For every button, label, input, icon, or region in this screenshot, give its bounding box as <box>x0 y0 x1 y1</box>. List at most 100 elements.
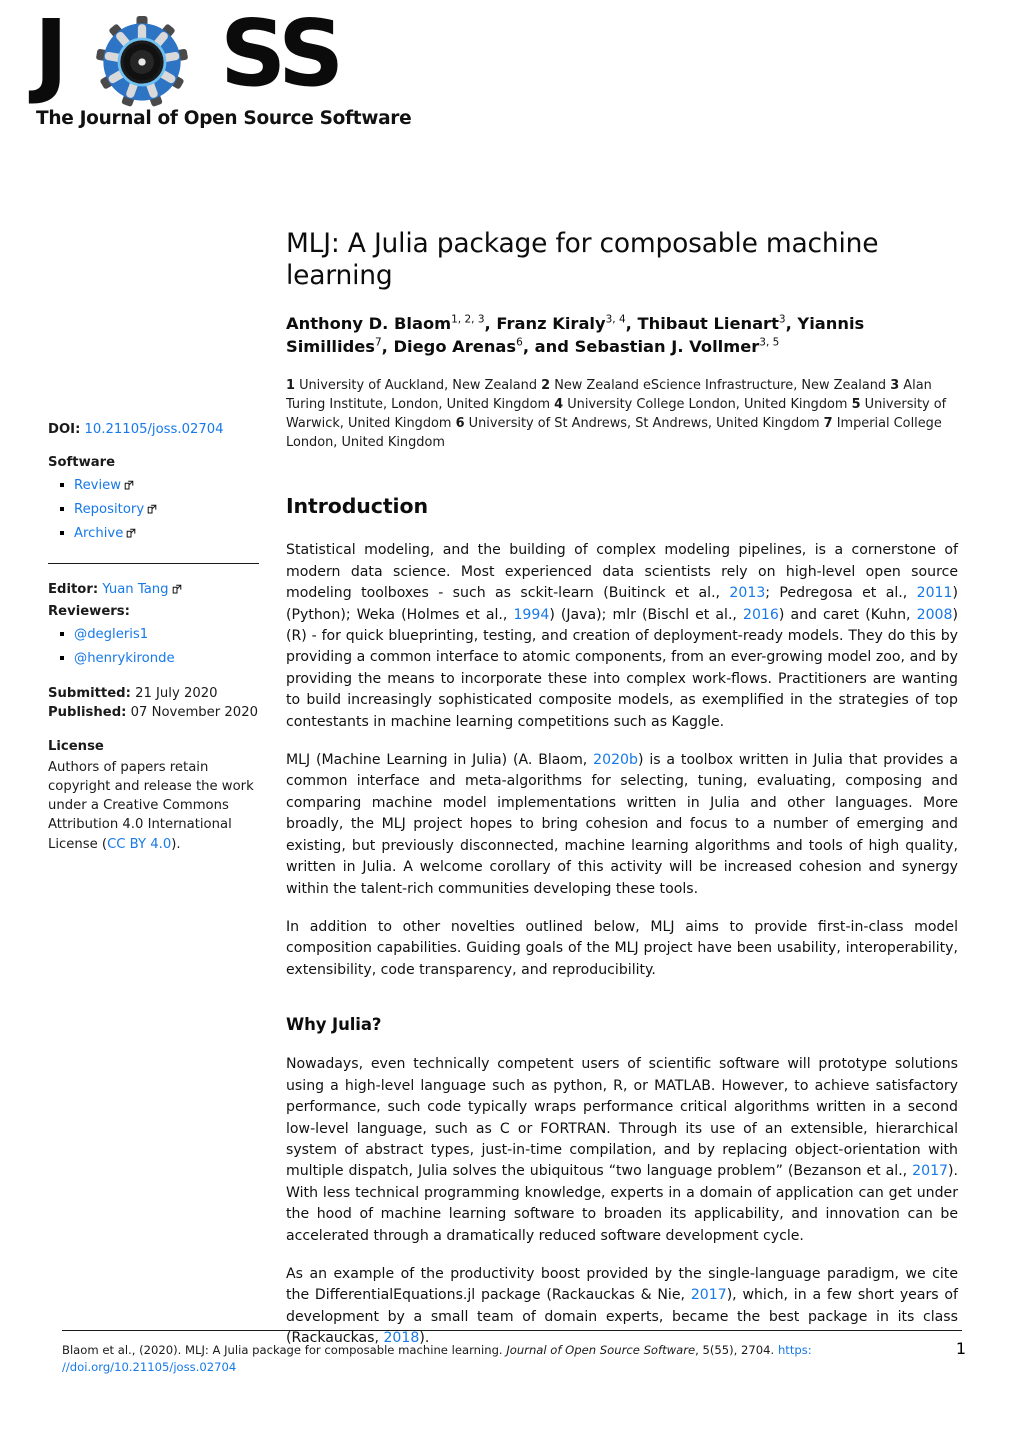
author-vollmer: , and Sebastian J. Vollmer <box>522 336 760 356</box>
author-affil-marker: 6 <box>516 336 523 349</box>
text-run: ) (Java); mlr (Bischl et al., <box>549 606 743 623</box>
affiliation-number: 1 <box>286 377 295 393</box>
section-heading-why-julia: Why Julia? <box>286 1015 382 1035</box>
external-link-icon <box>147 501 157 514</box>
page-footer: Blaom et al., (2020). MLJ: A Julia packa… <box>62 1330 966 1377</box>
author-lienart: , Thibaut Lienart <box>625 313 779 333</box>
footer-doi-link-part2[interactable]: //doi.org/10.21105/joss.02704 <box>62 1360 236 1374</box>
author-arenas: , Diego Arenas <box>381 336 517 356</box>
submitted-line: Submitted: 21 July 2020 <box>48 684 266 703</box>
page-title: MLJ: A Julia package for composable mach… <box>286 228 879 291</box>
text-run: Nowadays, even technically competent use… <box>286 1056 958 1180</box>
reviewers-label: Reviewers: <box>48 603 130 619</box>
external-link-icon <box>126 525 136 538</box>
text-run: ) and caret (Kuhn, <box>778 606 917 623</box>
list-item: Archive <box>60 524 266 543</box>
license-link[interactable]: CC BY 4.0 <box>107 837 171 852</box>
affiliation-number: 2 <box>541 377 551 393</box>
footer-divider <box>62 1330 962 1331</box>
dates-block: Submitted: 21 July 2020 Published: 07 No… <box>48 684 266 722</box>
affiliation-text: New Zealand eScience Infrastructure, New… <box>550 377 891 393</box>
author-list: Anthony D. Blaom1, 2, 3, Franz Kiraly3, … <box>286 312 958 358</box>
submitted-date: 21 July 2020 <box>135 685 218 701</box>
text-run: MLJ (Machine Learning in Julia) (A. Blao… <box>286 752 594 769</box>
author-affil-marker: 7 <box>374 336 382 349</box>
editor-line: Editor: Yuan Tang <box>48 580 266 600</box>
citation-link-2017-rackauckas[interactable]: 2017 <box>691 1287 727 1303</box>
software-link-archive[interactable]: Archive <box>74 526 123 541</box>
software-link-repository[interactable]: Repository <box>74 502 144 517</box>
published-line: Published: 07 November 2020 <box>48 703 266 722</box>
sidebar-divider <box>48 563 259 565</box>
external-link-icon <box>124 477 134 490</box>
citation-link-2013[interactable]: 2013 <box>729 585 765 601</box>
text-run: ; Pedregosa et al., <box>765 585 917 602</box>
affiliation-number: 7 <box>823 416 833 432</box>
affiliation-number: 3 <box>890 377 900 393</box>
author-affil-marker: 3, 5 <box>759 336 780 349</box>
list-item: @henrykironde <box>60 649 266 668</box>
affiliation-text: University of St Andrews, St Andrews, Un… <box>464 416 824 432</box>
citation-link-2016[interactable]: 2016 <box>743 607 779 623</box>
text-run: ) is a toolbox written in Julia that pro… <box>286 752 959 897</box>
paragraph-intro-2: MLJ (Machine Learning in Julia) (A. Blao… <box>286 750 958 900</box>
affiliation-number: 5 <box>851 396 861 412</box>
license-text-after: ). <box>171 836 181 852</box>
footer-citation-text: Blaom et al., (2020). MLJ: A Julia packa… <box>62 1343 507 1357</box>
author-simillides: Simillides <box>286 336 375 356</box>
external-link-icon <box>172 581 182 594</box>
list-item: Review <box>60 476 266 495</box>
author-affil-marker: 3 <box>778 313 786 326</box>
affiliation-text: University College London, United Kingdo… <box>563 396 852 412</box>
list-item: @degleris1 <box>60 625 266 644</box>
software-link-review[interactable]: Review <box>74 478 121 493</box>
citation-link-2011[interactable]: 2011 <box>917 585 953 601</box>
software-heading: Software <box>48 454 116 470</box>
logo-letter-s-first: S <box>220 0 286 107</box>
joss-gear-icon <box>92 16 192 108</box>
paragraph-intro-3: In addition to other novelties outlined … <box>286 919 958 978</box>
author-blaom: Anthony D. Blaom <box>286 313 452 333</box>
affiliation-text: University of Auckland, New Zealand <box>294 377 542 393</box>
paragraph-intro-1: Statistical modeling, and the building o… <box>286 540 958 733</box>
doi-label: DOI: <box>48 422 81 437</box>
license-text: Authors of papers retain copyright and r… <box>48 758 266 854</box>
footer-journal-name: Journal of Open Source Software <box>506 1343 696 1357</box>
logo-letter-j: J <box>34 0 68 107</box>
author-kiraly: , Franz Kiraly <box>484 313 606 333</box>
list-item: Repository <box>60 500 266 519</box>
submitted-label: Submitted: <box>48 685 131 701</box>
footer-citation-issue: , 5(55), 2704. <box>695 1343 778 1357</box>
author-yiannis: , Yiannis <box>785 313 865 333</box>
affiliations-block: 1 University of Auckland, New Zealand 2 … <box>286 376 958 452</box>
reviewers-list: @degleris1 @henrykironde <box>48 625 266 668</box>
citation-link-1994[interactable]: 1994 <box>513 607 549 623</box>
joss-logo-wordmark: J S S <box>34 8 344 107</box>
article-main-column: MLJ: A Julia package for composable mach… <box>286 0 958 1350</box>
joss-logo: J S S The Journal of Open Source Softwar… <box>34 8 412 134</box>
citation-link-2017-bezanson[interactable]: 2017 <box>912 1163 948 1179</box>
author-affil-marker: 3, 4 <box>605 313 626 326</box>
doi-line: DOI: 10.21105/joss.02704 <box>48 420 266 440</box>
citation-link-2020b[interactable]: 2020b <box>593 752 638 768</box>
reviewer-link-henrykironde[interactable]: @henrykironde <box>74 651 175 666</box>
editor-label: Editor: <box>48 582 99 598</box>
editor-link[interactable]: Yuan Tang <box>102 582 168 597</box>
footer-doi-link-part1[interactable]: https: <box>778 1343 812 1357</box>
published-date: 07 November 2020 <box>130 705 258 721</box>
software-links-list: Review Repository Archive <box>48 476 266 543</box>
doi-link[interactable]: 10.21105/joss.02704 <box>85 422 224 437</box>
footer-citation: Blaom et al., (2020). MLJ: A Julia packa… <box>62 1342 962 1377</box>
affiliation-number: 4 <box>554 396 564 412</box>
paragraph-julia-1: Nowadays, even technically competent use… <box>286 1054 958 1247</box>
author-affil-marker: 1, 2, 3 <box>451 313 485 326</box>
affiliation-number: 6 <box>455 416 465 432</box>
reviewer-link-degleris1[interactable]: @degleris1 <box>74 627 148 642</box>
citation-link-2008[interactable]: 2008 <box>917 607 953 623</box>
section-heading-introduction: Introduction <box>286 494 428 519</box>
page-number: 1 <box>955 1339 966 1358</box>
license-heading: License <box>48 739 104 755</box>
text-run: ) (R) - for quick blueprinting, testing,… <box>286 606 958 730</box>
article-metadata-sidebar: DOI: 10.21105/joss.02704 Software Review… <box>48 420 266 854</box>
published-label: Published: <box>48 705 127 721</box>
